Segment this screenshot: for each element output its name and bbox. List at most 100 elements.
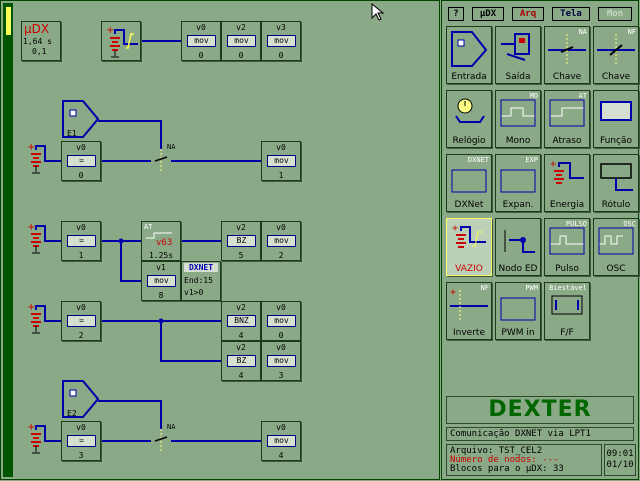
palette-tool-relogio[interactable]: Relógio [446, 90, 492, 148]
palette-tool-vazio[interactable]: + VAZIO [446, 218, 492, 276]
palette-tool-entrada[interactable]: Entrada [446, 26, 492, 84]
clock: 09:01 01/10 [604, 444, 636, 476]
palette-tool-nodo-ed[interactable]: Nodo ED [495, 218, 541, 276]
dxnet-condition: v1>0 [184, 288, 204, 297]
energia-source-icon[interactable]: + [25, 421, 55, 457]
dxnet-block[interactable]: DXNET End:15 v1>0 [181, 261, 221, 301]
palette-tool-expansao[interactable]: EXP Expan. [495, 154, 541, 212]
tool-label: Função [599, 136, 633, 146]
switch-tag: NA [167, 143, 176, 151]
tool-label: Nodo ED [498, 264, 538, 274]
mon-button[interactable]: Mon [598, 7, 632, 21]
energia-block[interactable]: + [101, 21, 141, 61]
block-op: mov [267, 235, 296, 247]
palette-tool-chave-nf[interactable]: NF Chave [593, 26, 639, 84]
block-head: v2 [236, 343, 246, 352]
block-foot: 0 [238, 51, 244, 60]
mov-block-r1-out[interactable]: v0 mov 1 [261, 141, 301, 181]
palette-tool-pwm[interactable]: PWM PWM in [495, 282, 541, 340]
block-op: BZ [227, 355, 256, 367]
palette-tool-funcao[interactable]: Função [593, 90, 639, 148]
block-head: v0 [276, 423, 286, 432]
compare-block-r5[interactable]: v0 = 3 [61, 421, 101, 461]
bz-block-r2[interactable]: v2 BZ 5 [221, 221, 261, 261]
mov-block-r2-v1[interactable]: v1 mov 8 [141, 261, 181, 301]
compare-block-r2[interactable]: v0 = 1 [61, 221, 101, 261]
svg-text:+: + [27, 422, 35, 433]
chave-na-r5[interactable]: NA [151, 423, 175, 455]
block-foot: 0 [278, 51, 284, 60]
file-info: Arquivo: TST_CEL2 Número de nodos: --- B… [446, 444, 602, 476]
palette-tool-dxnet[interactable]: DXNET DXNet [446, 154, 492, 212]
mov-block-r2-out[interactable]: v0 mov 2 [261, 221, 301, 261]
block-foot: 3 [78, 451, 84, 460]
block-foot: 0 [198, 51, 204, 60]
atraso-block-r2[interactable]: AT v63 1.25s [141, 221, 181, 261]
block-op: = [67, 235, 96, 247]
block-foot: 0 [278, 331, 284, 340]
tool-tag: PWM [525, 284, 538, 292]
palette-tool-inverte[interactable]: + NF Inverte [446, 282, 492, 340]
tool-label: Rótulo [601, 200, 631, 210]
block-op: = [67, 315, 96, 327]
mouse-cursor-icon [371, 3, 385, 21]
mov-block-v0-top[interactable]: v0 mov 0 [181, 21, 221, 61]
palette-tool-rotulo[interactable]: Rótulo [593, 154, 639, 212]
block-op: mov [267, 35, 296, 47]
mov-block-r4-out[interactable]: v0 mov 3 [261, 341, 301, 381]
tool-label: Inverte [453, 328, 485, 338]
energia-source-icon[interactable]: + [25, 301, 55, 337]
tool-label: Expan. [502, 200, 534, 210]
block-op: mov [267, 155, 296, 167]
rotulo-icon [600, 163, 633, 191]
compare-block-r3[interactable]: v0 = 2 [61, 301, 101, 341]
mov-block-v3-top[interactable]: v3 mov 0 [261, 21, 301, 61]
tool-label: Atraso [552, 136, 582, 146]
arq-button[interactable]: Arq [512, 7, 544, 21]
svg-text:+: + [27, 302, 35, 313]
block-op: mov [267, 315, 296, 327]
tool-label: Chave [601, 72, 631, 82]
palette-tool-osc[interactable]: OSC OSC [593, 218, 639, 276]
block-op: BZ [227, 235, 256, 247]
palette-tool-pulso[interactable]: PULSO Pulso [544, 218, 590, 276]
block-foot: 2 [78, 331, 84, 340]
dxnet-title: DXNET [184, 263, 218, 272]
dxnet-address: End:15 [184, 276, 213, 285]
udx-button[interactable]: µDX [472, 7, 504, 21]
udx-controller-block[interactable]: µDX 1,64 s 0,1 [21, 21, 61, 61]
block-head: v0 [276, 143, 286, 152]
energia-source-icon[interactable]: + [25, 221, 55, 257]
funcao-icon [600, 101, 632, 121]
tool-tag: NF [627, 28, 636, 36]
clock-time: 09:01 [606, 449, 634, 459]
tool-label: DXNet [454, 200, 484, 210]
svg-text:+: + [27, 142, 35, 153]
energia-icon: + [550, 159, 584, 184]
bnz-block-r3[interactable]: v2 BNZ 4 [221, 301, 261, 341]
clock-date: 01/10 [606, 460, 634, 470]
vazio-icon: + [452, 223, 486, 248]
block-head: v2 [236, 303, 246, 312]
palette-tool-flipflop[interactable]: Biestável F/F [544, 282, 590, 340]
palette-tool-atraso[interactable]: AT Atraso [544, 90, 590, 148]
block-foot: 5 [238, 251, 244, 260]
compare-block-r1[interactable]: v0 = 0 [61, 141, 101, 181]
udx-title: µDX [24, 22, 50, 36]
energia-source-icon[interactable]: + [25, 141, 55, 177]
palette-tool-energia[interactable]: + Energia [544, 154, 590, 212]
block-head: v2 [236, 223, 246, 232]
mov-block-r5-out[interactable]: v0 mov 4 [261, 421, 301, 461]
bz-block-r4[interactable]: v2 BZ 4 [221, 341, 261, 381]
svg-text:+: + [106, 25, 114, 36]
palette-tool-saida[interactable]: Saída [495, 26, 541, 84]
tela-button[interactable]: Tela [552, 7, 590, 21]
block-head: v0 [276, 303, 286, 312]
chave-na-r1[interactable]: NA [151, 143, 175, 175]
palette-tool-chave-na[interactable]: NA Chave [544, 26, 590, 84]
mov-block-v2-top[interactable]: v2 mov 0 [221, 21, 261, 61]
ladder-canvas[interactable]: µDX 1,64 s 0,1 + v0 mov 0 v2 mov 0 v3 mo… [0, 0, 440, 480]
mov-block-r3-out[interactable]: v0 mov 0 [261, 301, 301, 341]
help-button[interactable]: ? [448, 7, 464, 21]
palette-tool-mono[interactable]: MO Mono [495, 90, 541, 148]
